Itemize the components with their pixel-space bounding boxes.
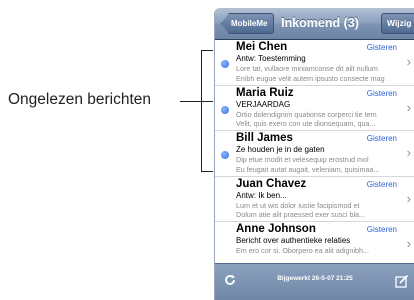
preview-line: Dip etue modit et velesequip erostrud mo…	[236, 155, 369, 165]
callout-bracket	[201, 50, 202, 172]
last-updated-status: Bijgewerkt 26-5-07 21:25	[277, 275, 353, 282]
chevron-right-icon: ›	[406, 236, 411, 252]
phone-screen: MobileMe Inkomend (3) Wijzig Mei Chen Gi…	[214, 8, 414, 300]
message-time: Gisteren	[366, 225, 397, 235]
preview-line: Lore tat, vullaore miniamconse dit alit …	[236, 64, 378, 73]
message-time: Gisteren	[366, 179, 397, 189]
message-row[interactable]: Anne Johnson Gisteren Bericht over authe…	[215, 222, 414, 268]
preview-line: Ortio dolendignim quationse corperci tie…	[236, 109, 377, 119]
edit-button[interactable]: Wijzig	[381, 13, 414, 34]
bottom-toolbar: Bijgewerkt 26-5-07 21:25	[215, 263, 414, 300]
message-row[interactable]: Mei Chen Gisteren Antw: Toestemming Lore…	[215, 40, 414, 86]
chevron-right-icon: ›	[406, 190, 411, 206]
unread-dot-icon	[221, 151, 229, 160]
message-row[interactable]: Bill James Gisteren Ze houden je in de g…	[215, 131, 414, 177]
preview-line: Eu feugait autat augait, veleniam, quisi…	[236, 164, 380, 174]
message-subject: Bericht over authentieke relaties	[236, 236, 351, 246]
chevron-right-icon: ›	[406, 54, 411, 69]
sender-name: Anne Johnson	[236, 223, 316, 236]
message-time: Gisteren	[366, 88, 397, 98]
message-preview: Dip etue modit et velesequip erostrud mo…	[236, 155, 408, 174]
message-row[interactable]: Maria Ruiz Gisteren VERJAARDAG Ortio dol…	[215, 85, 414, 132]
preview-line: Dolum atie alit praessed exer susci bla.…	[236, 210, 366, 220]
message-time: Gisteren	[366, 43, 397, 52]
callout-tick-top	[201, 50, 213, 51]
message-subject: Antw: Ik ben...	[236, 190, 287, 200]
preview-line: Enibh eugue velit autem ipsusto consecte…	[236, 73, 385, 83]
message-subject: Antw: Toestemming	[236, 54, 306, 63]
callout-tick-middle	[201, 101, 213, 102]
chevron-right-icon: ›	[406, 99, 411, 115]
callout-tick-bottom	[201, 171, 213, 172]
message-time: Gisteren	[366, 134, 397, 144]
preview-line: Lum et ut wis dolor iustie facipismod et	[236, 200, 360, 210]
mobileme-back-button[interactable]: MobileMe	[221, 13, 275, 34]
callout-connector	[180, 101, 201, 102]
compose-icon[interactable]	[395, 274, 409, 293]
chevron-right-icon: ›	[406, 145, 411, 161]
message-row[interactable]: Juan Chavez Gisteren Antw: Ik ben... Lum…	[215, 176, 414, 223]
message-subject: Ze houden je in de gaten	[236, 145, 325, 155]
callout-label: Ongelezen berichten	[8, 91, 152, 108]
message-preview: Ortio dolendignim quationse corperci tie…	[236, 110, 408, 129]
sender-name: Bill James	[236, 132, 293, 145]
preview-line: Velit, quis exero con ute dionsequam, qu…	[236, 119, 376, 129]
unread-dot-icon	[221, 105, 229, 114]
preview-line: Em ero cor si. Oborpero ea alit adignibh…	[236, 246, 370, 256]
navigation-bar: MobileMe Inkomend (3) Wijzig	[215, 8, 414, 40]
unread-dot-icon	[221, 60, 229, 68]
refresh-icon[interactable]	[223, 273, 237, 291]
message-preview: Em ero cor si. Oborpero ea alit adignibh…	[236, 246, 408, 256]
sender-name: Mei Chen	[236, 41, 288, 53]
sender-name: Maria Ruiz	[236, 86, 294, 99]
inbox-title: Inkomend (3)	[281, 16, 359, 30]
message-list: Mei Chen Gisteren Antw: Toestemming Lore…	[215, 40, 414, 268]
sender-name: Juan Chavez	[236, 177, 307, 190]
message-subject: VERJAARDAG	[236, 99, 291, 109]
message-preview: Lore tat, vullaore miniamconse dit alit …	[236, 64, 408, 83]
message-preview: Lum et ut wis dolor iustie facipismod et…	[236, 201, 408, 220]
